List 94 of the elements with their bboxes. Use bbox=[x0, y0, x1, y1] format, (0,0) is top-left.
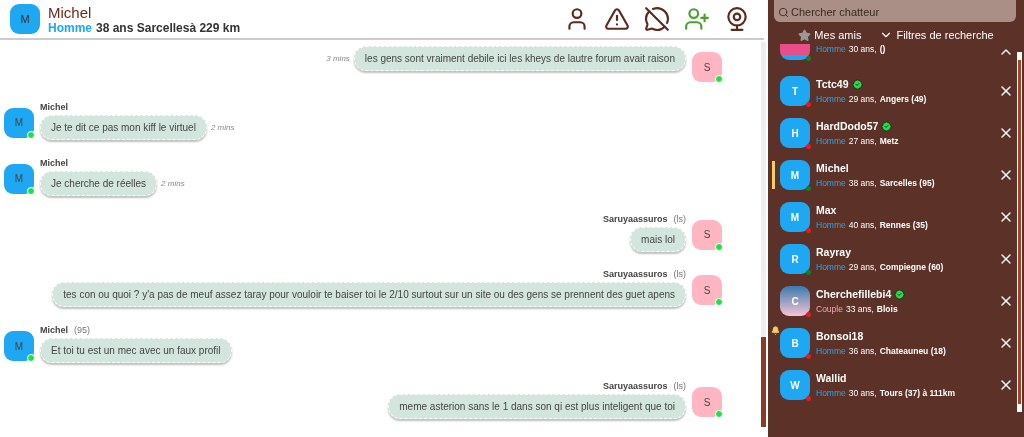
contact-age: 30 ans, bbox=[848, 388, 877, 398]
message-bubble: mais lol bbox=[630, 226, 686, 252]
message-off-icon[interactable] bbox=[644, 6, 670, 32]
contact-item[interactable]: Homme 30 ans, () bbox=[768, 44, 1014, 70]
contact-age: 30 ans, bbox=[848, 44, 877, 54]
message-bubble: les gens sont vraiment debile ici les kheys de lautre forum avait raison bbox=[353, 46, 686, 71]
contact-avatar: T bbox=[780, 76, 810, 106]
contact-city: Tours (37) à 111km bbox=[879, 388, 956, 398]
user-avatar: S bbox=[692, 52, 722, 82]
message-author: Saruyaassuros bbox=[602, 213, 668, 224]
contact-item[interactable]: C Cherchefillebi4 Couple 33 ans, Blois bbox=[768, 280, 1014, 322]
contact-city: Blois bbox=[876, 304, 898, 314]
contact-gender: Homme bbox=[816, 262, 846, 272]
friends-button[interactable]: Mes amis bbox=[798, 28, 862, 42]
message-bubble: Je te dit ce pas mon kiff le virtuel bbox=[40, 114, 207, 140]
contact-city: () bbox=[879, 44, 886, 54]
scrollbar[interactable] bbox=[761, 42, 766, 427]
profile-gender: Homme bbox=[48, 20, 92, 35]
message-time: 2 mins bbox=[210, 122, 235, 132]
contact-gender: Homme bbox=[816, 178, 846, 188]
message-author: Saruyaassuros bbox=[602, 381, 668, 392]
contact-gender: Homme bbox=[816, 346, 846, 356]
contact-gender: Homme bbox=[816, 388, 846, 398]
contact-age: 29 ans, bbox=[848, 262, 877, 272]
contact-item[interactable]: M Michel Homme 38 ans, Sarcelles (95) bbox=[768, 154, 1014, 196]
contact-gender: Homme bbox=[816, 136, 846, 146]
contact-name: Max bbox=[816, 204, 837, 216]
contact-age: 29 ans, bbox=[848, 94, 877, 104]
message-bubble: tes con ou quoi ? y'a pas de meuf assez taray pour vouloir te baiser toi le 2/10 surtout sur un site ou des gens se prennent des guet apens bbox=[52, 282, 686, 308]
contact-item[interactable]: H HardDodo57 Homme 27 ans, Metz bbox=[768, 112, 1014, 154]
message-author: Saruyaassuros bbox=[602, 269, 668, 280]
contact-item[interactable]: M Max Homme 40 ans, Rennes (35) bbox=[768, 196, 1014, 238]
message-time: 2 mins bbox=[161, 178, 185, 188]
message-time: 3 mins bbox=[326, 54, 350, 63]
contact-gender: Homme bbox=[816, 220, 846, 230]
contact-age: 38 ans, bbox=[848, 178, 877, 188]
message-author: Michel bbox=[40, 325, 68, 336]
contact-name: Tctc49 bbox=[816, 78, 849, 90]
contact-avatar: M bbox=[780, 202, 810, 232]
contact-age: 40 ans, bbox=[848, 220, 877, 230]
search-field[interactable]: Chercher chatteur bbox=[774, 0, 1016, 22]
contact-city: Rennes (35) bbox=[879, 220, 928, 230]
search-icon bbox=[778, 7, 789, 18]
contact-avatar: M bbox=[780, 160, 810, 190]
user-avatar: S bbox=[692, 275, 722, 306]
profile-name: Michel bbox=[48, 3, 93, 21]
author-tag: (ls) bbox=[673, 213, 686, 224]
contact-item[interactable]: W Wallid Homme 30 ans, Tours (37) à 111km bbox=[768, 364, 1014, 406]
contact-avatar: H bbox=[780, 118, 810, 148]
add-user-icon[interactable] bbox=[684, 6, 710, 32]
contact-age: 27 ans, bbox=[848, 136, 877, 146]
contact-gender: Homme bbox=[816, 94, 846, 104]
contact-name: Rayray bbox=[816, 246, 852, 258]
scrollbar[interactable] bbox=[1017, 52, 1022, 412]
contact-name: HardDodo57 bbox=[816, 120, 879, 132]
message-bubble: Je cherche de réelles bbox=[40, 170, 158, 196]
contact-item[interactable]: B Bonsoi18 Homme 36 ans, Chateauneu (18) bbox=[768, 322, 1014, 364]
contact-gender: Couple bbox=[816, 304, 843, 314]
contact-item[interactable]: R Rayray Homme 29 ans, Compiegne (60) bbox=[768, 238, 1014, 280]
contact-avatar: C bbox=[780, 286, 810, 316]
user-avatar: S bbox=[692, 387, 722, 418]
star-icon bbox=[798, 28, 812, 42]
contact-city: Compiegne (60) bbox=[879, 262, 944, 272]
author-tag: (ls) bbox=[673, 381, 686, 392]
message-author: Michel bbox=[40, 157, 68, 168]
webcam-icon[interactable] bbox=[724, 6, 750, 32]
contact-city: Metz bbox=[879, 136, 899, 146]
contact-avatar: W bbox=[780, 370, 810, 400]
contact-city: Angers (49) bbox=[879, 94, 927, 104]
user-avatar: M bbox=[4, 107, 34, 138]
user-avatar: M bbox=[4, 331, 34, 362]
contact-avatar: B bbox=[780, 328, 810, 358]
warning-icon[interactable] bbox=[604, 6, 630, 32]
message-bubble: meme asterion sans le 1 dans son qi est plus inteligent que toi bbox=[388, 394, 686, 420]
contact-name: Cherchefillebi4 bbox=[816, 288, 892, 300]
user-avatar: S bbox=[692, 219, 722, 250]
contact-name: Wallid bbox=[816, 372, 847, 384]
contact-age: 36 ans, bbox=[848, 346, 877, 356]
contact-city: Chateauneu (18) bbox=[879, 346, 946, 356]
profile-details: 38 ans Sarcellesà 229 km bbox=[96, 20, 241, 35]
author-tag: (95) bbox=[74, 325, 91, 336]
contact-city: Sarcelles (95) bbox=[879, 178, 935, 188]
contact-gender: Homme bbox=[816, 44, 846, 54]
contact-item[interactable]: T Tctc49 Homme 29 ans, Angers (49) bbox=[768, 70, 1014, 112]
message-bubble: Et toi tu est un mec avec un faux profil bbox=[40, 338, 232, 364]
contact-avatar: R bbox=[780, 244, 810, 274]
author-tag: (ls) bbox=[673, 269, 686, 280]
contact-age: 33 ans, bbox=[845, 304, 874, 314]
filters-button[interactable]: Filtres de recherche bbox=[879, 28, 994, 42]
contact-name: Bonsoi18 bbox=[816, 330, 864, 342]
user-avatar: M bbox=[4, 163, 34, 194]
contact-name: Michel bbox=[816, 162, 849, 174]
profile-avatar: M bbox=[10, 4, 40, 34]
message-author: Michel bbox=[40, 101, 68, 112]
